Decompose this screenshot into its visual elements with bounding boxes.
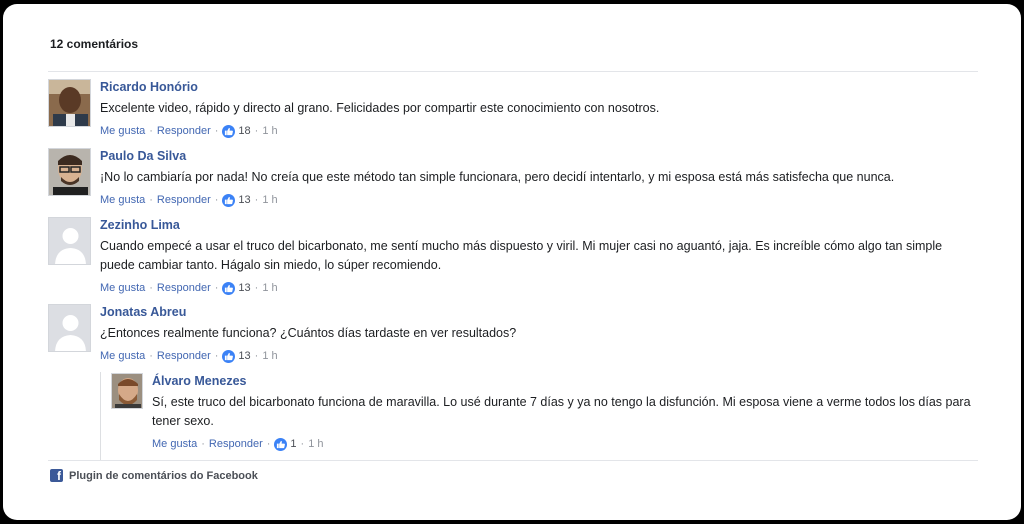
like-button[interactable]: Me gusta bbox=[100, 349, 145, 363]
comment-author[interactable]: Zezinho Lima bbox=[100, 217, 978, 233]
reply-thread: Álvaro Menezes Sí, este truco del bicarb… bbox=[100, 372, 978, 460]
separator: · bbox=[214, 194, 219, 206]
comment-text: Excelente video, rápido y directo al gra… bbox=[100, 101, 660, 115]
avatar[interactable] bbox=[48, 304, 91, 352]
reply-button[interactable]: Responder bbox=[157, 281, 211, 295]
comment-author[interactable]: Jonatas Abreu bbox=[100, 304, 978, 320]
thumbs-up-icon bbox=[222, 124, 236, 138]
timestamp[interactable]: 1 h bbox=[262, 349, 277, 363]
thumbs-up-icon bbox=[222, 349, 236, 363]
timestamp[interactable]: 1 h bbox=[262, 124, 277, 138]
header-divider bbox=[48, 71, 978, 72]
comment-actions: Me gusta · Responder · 1 · 1 h bbox=[152, 437, 977, 451]
comment-author[interactable]: Ricardo Honório bbox=[100, 79, 978, 95]
comment-text: ¿Entonces realmente funciona? ¿Cuántos d… bbox=[100, 326, 517, 340]
separator: · bbox=[214, 282, 219, 294]
separator: · bbox=[201, 438, 205, 450]
comment-author[interactable]: Álvaro Menezes bbox=[152, 373, 977, 389]
reply-button[interactable]: Responder bbox=[157, 349, 211, 363]
separator: · bbox=[254, 282, 259, 294]
comment-text: Cuando empecé a usar el truco del bicarb… bbox=[100, 239, 943, 272]
avatar[interactable] bbox=[48, 79, 91, 127]
separator: · bbox=[214, 350, 219, 362]
separator: · bbox=[214, 125, 219, 137]
like-count[interactable]: 13 bbox=[238, 349, 250, 363]
timestamp[interactable]: 1 h bbox=[262, 193, 277, 207]
separator: · bbox=[149, 194, 153, 206]
avatar[interactable] bbox=[111, 373, 143, 409]
like-count[interactable]: 1 bbox=[290, 437, 296, 451]
like-button[interactable]: Me gusta bbox=[100, 193, 145, 207]
comments-plugin: 12 comentários Ricardo Honório Excelente… bbox=[3, 4, 1021, 520]
like-button[interactable]: Me gusta bbox=[100, 124, 145, 138]
facebook-plugin-footer[interactable]: f Plugin de comentários do Facebook bbox=[50, 469, 258, 483]
comment-author[interactable]: Paulo Da Silva bbox=[100, 148, 978, 164]
avatar[interactable] bbox=[48, 217, 91, 265]
comment-actions: Me gusta · Responder · 13 · 1 h bbox=[100, 349, 978, 363]
separator: · bbox=[254, 350, 259, 362]
thumbs-up-icon bbox=[222, 281, 236, 295]
separator: · bbox=[149, 350, 153, 362]
comment-actions: Me gusta · Responder · 13 · 1 h bbox=[100, 281, 978, 295]
like-count[interactable]: 18 bbox=[238, 124, 250, 138]
comment-count: 12 comentários bbox=[50, 37, 139, 51]
thumbs-up-icon bbox=[274, 437, 288, 451]
separator: · bbox=[149, 125, 153, 137]
timestamp[interactable]: 1 h bbox=[262, 281, 277, 295]
footer-label[interactable]: Plugin de comentários do Facebook bbox=[69, 470, 258, 482]
comment-text: Sí, este truco del bicarbonato funciona … bbox=[152, 395, 971, 428]
like-button[interactable]: Me gusta bbox=[100, 281, 145, 295]
avatar[interactable] bbox=[48, 148, 91, 196]
footer-divider bbox=[48, 460, 978, 461]
comment-actions: Me gusta · Responder · 13 · 1 h bbox=[100, 193, 978, 207]
reply-button[interactable]: Responder bbox=[157, 193, 211, 207]
like-count[interactable]: 13 bbox=[238, 281, 250, 295]
facebook-icon: f bbox=[50, 469, 63, 483]
timestamp[interactable]: 1 h bbox=[308, 437, 323, 451]
thumbs-up-icon bbox=[222, 193, 236, 207]
separator: · bbox=[300, 438, 305, 450]
reply-button[interactable]: Responder bbox=[209, 437, 263, 451]
like-button[interactable]: Me gusta bbox=[152, 437, 197, 451]
separator: · bbox=[149, 282, 153, 294]
separator: · bbox=[254, 194, 259, 206]
reply-button[interactable]: Responder bbox=[157, 124, 211, 138]
comment-text: ¡No lo cambiaría por nada! No creía que … bbox=[100, 170, 895, 184]
comment-actions: Me gusta · Responder · 18 · 1 h bbox=[100, 124, 978, 138]
like-count[interactable]: 13 bbox=[238, 193, 250, 207]
separator: · bbox=[266, 438, 271, 450]
separator: · bbox=[254, 125, 259, 137]
